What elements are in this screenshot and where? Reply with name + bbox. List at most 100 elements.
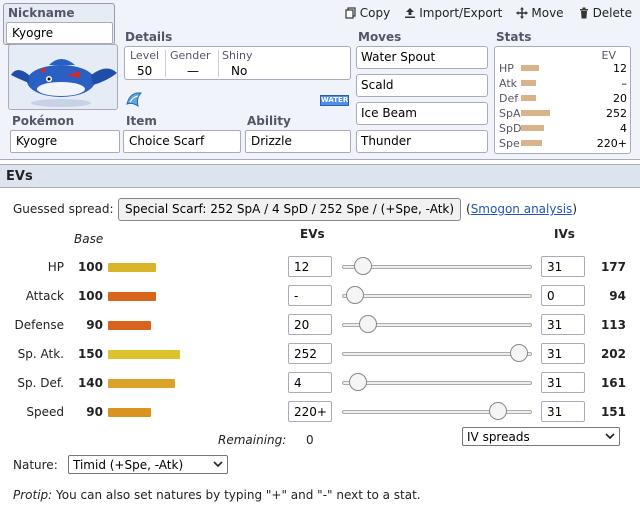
stat-ev-value: 4 [620,122,627,135]
stat-summary-row: Def 20 [499,92,627,105]
type-badge-water: WATER [320,95,349,106]
details-box[interactable]: Level 50 Gender — Shiny No [124,46,351,80]
nature-selected: Timid (+Spe, -Atk) [73,458,184,472]
ev-input[interactable]: 252 [288,343,332,364]
stat-total: 161 [600,376,626,390]
ev-row-attack: Attack 100 - 0 94 [0,283,640,311]
remaining-value: 0 [306,433,314,447]
remaining-label: Remaining: [218,433,287,447]
ev-row-sp-atk: Sp. Atk. 150 252 31 202 [0,341,640,369]
stat-label: Attack [25,289,64,303]
ev-slider-track[interactable] [342,381,532,385]
import-export-button[interactable]: Import/Export [404,6,502,20]
iv-input[interactable]: 0 [541,285,585,306]
iv-input[interactable]: 31 [541,314,585,335]
ev-input[interactable]: 220+ [288,401,332,422]
ev-row-sp-def: Sp. Def. 140 4 31 161 [0,370,640,398]
ev-slider-handle[interactable] [348,373,367,391]
iv-spreads-selected: IV spreads [467,430,530,444]
stat-summary-row: Spe 220+ [499,137,627,150]
stat-label: Sp. Def. [17,376,64,390]
ev-input[interactable]: 20 [288,314,332,335]
protip-label: Protip: [13,488,53,502]
base-stat-value: 100 [77,260,103,274]
ev-slider-track[interactable] [342,294,532,298]
set-panel: Copy Import/Export Move Delete Nickname … [0,0,640,160]
stat-label: Speed [26,405,64,419]
nickname-group: Nickname Kyogre [3,3,115,45]
ev-slider-handle[interactable] [510,344,528,362]
details-divider [165,50,166,77]
gender-label: Gender [170,49,211,62]
stat-name: SpD [499,122,522,135]
guessed-spread-label: Guessed spread: [13,202,114,216]
ev-slider-track[interactable] [342,352,532,356]
stat-ev-value: 20 [613,92,627,105]
stat-summary-bar [521,80,536,86]
nickname-input[interactable]: Kyogre [6,22,113,44]
ev-input[interactable]: 12 [288,256,332,277]
import-export-label: Import/Export [419,6,503,20]
iv-input[interactable]: 31 [541,401,585,422]
base-stat-value: 150 [77,347,103,361]
item-icon-wrapper [124,90,144,110]
nickname-label: Nickname [8,6,75,20]
stat-name: Spe [499,137,520,150]
move-slot-3[interactable]: Ice Beam [356,102,488,125]
item-input[interactable]: Choice Scarf [123,130,241,153]
ev-input[interactable]: 4 [288,372,332,393]
stats-label: Stats [496,30,532,44]
ev-input[interactable]: - [288,285,332,306]
ability-label: Ability [247,114,291,128]
level-value: 50 [137,64,153,78]
iv-input[interactable]: 31 [541,372,585,393]
pokemon-input[interactable]: Kyogre [10,130,120,153]
shiny-value: No [231,64,248,78]
stat-summary-bar [521,110,550,116]
ability-input[interactable]: Drizzle [245,130,351,153]
move-slot-1[interactable]: Water Spout [356,46,488,69]
ev-slider-handle[interactable] [359,315,378,333]
gender-value: — [187,64,199,78]
copy-button[interactable]: Copy [345,6,390,20]
stat-summary-bar [521,140,542,146]
stat-ev-value: 220+ [596,137,627,150]
chevron-down-icon [213,461,223,468]
stat-summary-row: Atk – [499,77,627,90]
iv-spreads-select[interactable]: IV spreads [462,427,620,446]
base-stat-bar [108,379,175,388]
stat-name: SpA [499,107,521,120]
iv-input[interactable]: 31 [541,343,585,364]
stat-summary-row: SpA 252 [499,107,627,120]
stat-ev-value: – [621,77,628,90]
base-stat-value: 140 [77,376,103,390]
base-stat-bar [108,263,156,272]
move-slot-2[interactable]: Scald [356,74,488,97]
shiny-label: Shiny [222,49,253,62]
stat-summary-row: SpD 4 [499,122,627,135]
level-label: Level [130,49,160,62]
base-stat-value: 100 [77,289,103,303]
stat-summary-bar [521,65,539,71]
move-slot-4[interactable]: Thunder [356,130,488,153]
base-stat-bar [108,321,151,330]
details-divider [218,50,219,77]
ev-slider-handle[interactable] [489,402,508,420]
stat-ev-value: 12 [613,62,627,75]
smogon-analysis-link[interactable]: Smogon analysis [471,202,573,216]
delete-button[interactable]: Delete [578,6,632,20]
move-arrows-icon [516,7,529,19]
ev-slider-handle[interactable] [353,257,372,275]
iv-input[interactable]: 31 [541,256,585,277]
stat-name: Def [499,92,519,105]
stat-total: 94 [609,289,626,303]
copy-label: Copy [359,6,391,20]
guessed-spread-button[interactable]: Special Scarf: 252 SpA / 4 SpD / 252 Spe… [118,198,461,221]
item-label: Item [126,114,157,128]
protip: Protip: You can also set natures by typi… [13,488,421,502]
stat-total: 177 [600,260,626,274]
ev-slider-handle[interactable] [346,286,364,304]
stats-summary-button[interactable]: EV HP 12 Atk – Def 20 SpA 252 SpD 4 Spe 220+ [494,46,631,154]
move-button[interactable]: Move [516,6,564,20]
nature-select[interactable]: Timid (+Spe, -Atk) [68,455,228,474]
